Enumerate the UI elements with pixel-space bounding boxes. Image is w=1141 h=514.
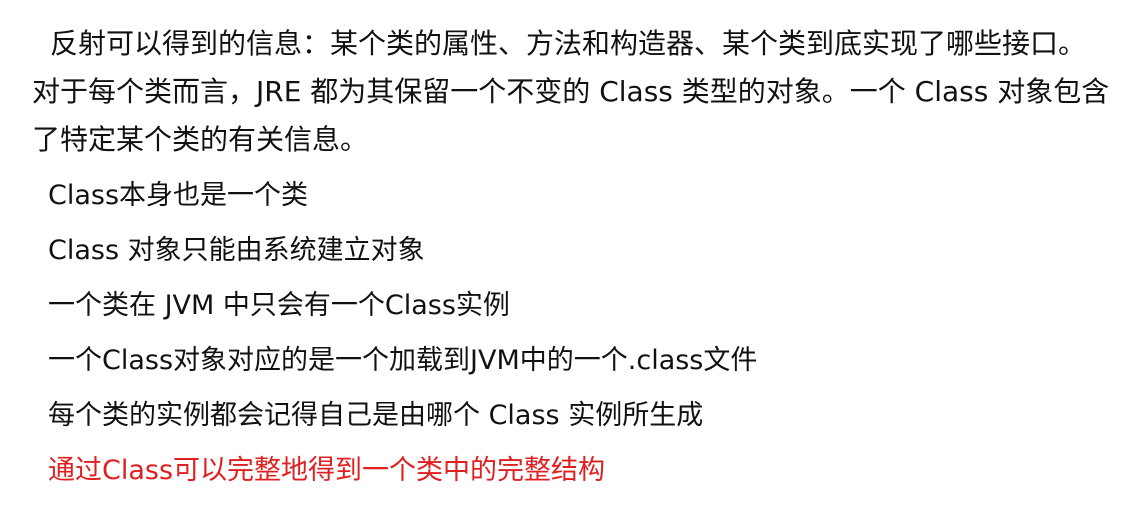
slide: 反射可以得到的信息：某个类的属性、方法和构造器、某个类到底实现了哪些接口。对于每… [0,0,1141,514]
bullet-item: 一个Class对象对应的是一个加载到JVM中的一个.class文件 [48,345,758,376]
intro-paragraph: 反射可以得到的信息：某个类的属性、方法和构造器、某个类到底实现了哪些接口。对于每… [32,27,1110,156]
bullet-item: 每个类的实例都会记得自己是由哪个 Class 实例所生成 [48,400,704,431]
bullet-item: Class本身也是一个类 [48,180,309,211]
bullet-item-highlight: 通过Class可以完整地得到一个类中的完整结构 [48,455,606,486]
bullet-item: Class 对象只能由系统建立对象 [48,235,425,266]
bullet-list: Class本身也是一个类 Class 对象只能由系统建立对象 一个类在 JVM … [48,168,757,498]
bullet-item: 一个类在 JVM 中只会有一个Class实例 [48,290,510,321]
